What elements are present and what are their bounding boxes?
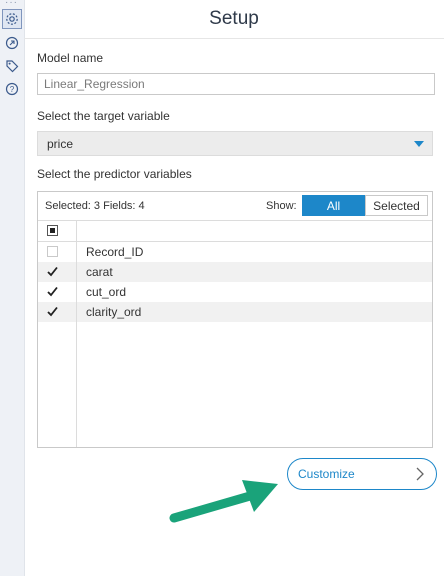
show-all-button[interactable]: All — [302, 195, 365, 216]
annotation-arrow-icon — [169, 480, 278, 523]
target-variable-value: price — [47, 136, 74, 151]
side-rail: ··· ? — [0, 0, 25, 576]
column-divider — [76, 220, 77, 447]
field-name: Record_ID — [86, 245, 144, 259]
checkmark-icon[interactable] — [47, 306, 58, 317]
target-variable-label: Select the target variable — [37, 109, 170, 123]
list-item[interactable]: carat — [38, 262, 432, 282]
checkmark-icon[interactable] — [47, 266, 58, 277]
header-row — [38, 221, 432, 241]
select-all-checkbox[interactable] — [47, 225, 58, 236]
arrow-circle-icon[interactable] — [2, 33, 22, 53]
panel-title: Setup — [24, 0, 444, 39]
selection-summary: Selected: 3 Fields: 4 — [45, 200, 145, 212]
grid-toolbar: Selected: 3 Fields: 4 Show: All Selected — [38, 192, 432, 221]
list-item[interactable]: cut_ord — [38, 282, 432, 302]
customize-label: Customize — [298, 467, 355, 481]
show-label: Show: — [266, 200, 297, 212]
customize-button[interactable]: Customize — [287, 458, 437, 490]
list-item[interactable]: clarity_ord — [38, 302, 432, 322]
chevron-right-icon — [416, 467, 424, 481]
field-name: clarity_ord — [86, 305, 142, 319]
predictor-variables-label: Select the predictor variables — [37, 167, 192, 181]
show-selected-button[interactable]: Selected — [365, 195, 428, 216]
svg-text:?: ? — [10, 85, 15, 94]
list-item[interactable]: Record_ID — [38, 242, 432, 262]
checkmark-icon[interactable] — [47, 286, 58, 297]
predictor-grid: Selected: 3 Fields: 4 Show: All Selected… — [37, 191, 433, 448]
model-name-label: Model name — [37, 51, 104, 65]
tag-icon[interactable] — [2, 56, 22, 76]
row-checkbox[interactable] — [47, 246, 58, 257]
more-dots-icon[interactable]: ··· — [5, 0, 18, 8]
model-name-input[interactable]: Linear_Regression — [37, 73, 435, 95]
caret-down-icon — [414, 141, 424, 147]
target-variable-dropdown[interactable]: price — [37, 131, 433, 156]
help-icon[interactable]: ? — [2, 79, 22, 99]
field-name: carat — [86, 265, 113, 279]
gear-icon[interactable] — [2, 9, 22, 29]
field-name: cut_ord — [86, 285, 127, 299]
